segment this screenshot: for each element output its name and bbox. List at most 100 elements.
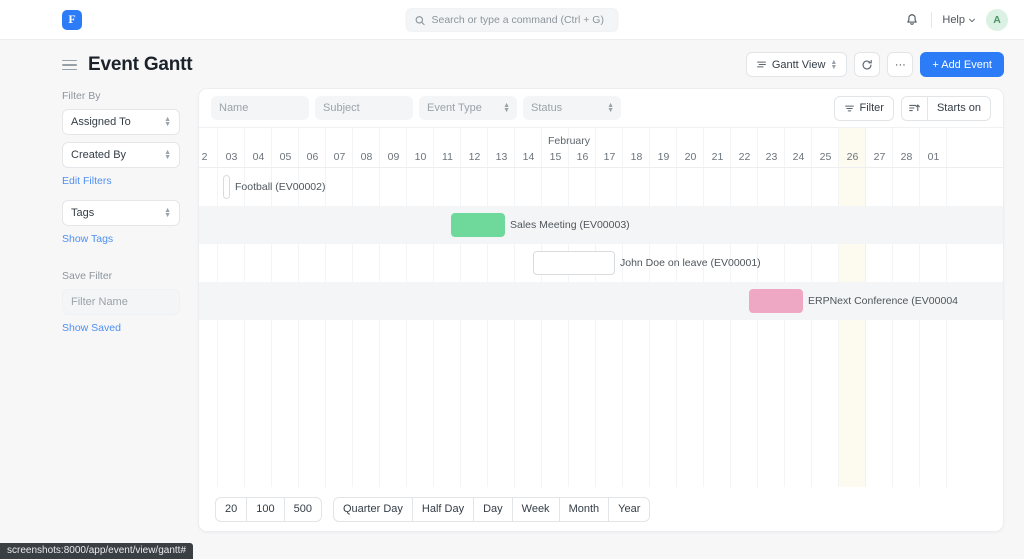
scale-quarter-day[interactable]: Quarter Day <box>333 497 412 522</box>
chevron-updown-icon: ▲▼ <box>164 208 171 218</box>
sort-direction-button[interactable] <box>901 96 927 121</box>
scale-day[interactable]: Day <box>473 497 512 522</box>
gantt-day-tick: 17 <box>596 151 623 163</box>
event-type-label: Event Type <box>427 102 482 114</box>
show-tags-link[interactable]: Show Tags <box>62 233 180 245</box>
gantt-timeline-header: 2030405060708091011121314151617181920212… <box>199 128 1003 168</box>
gantt-task-label: Football (EV00002) <box>235 181 325 193</box>
gantt-day-tick: 28 <box>893 151 920 163</box>
page-header: Event Gantt Gantt View ▲▼ ··· + Add Even… <box>0 40 1024 88</box>
more-options-button[interactable]: ··· <box>887 52 913 77</box>
add-event-button[interactable]: + Add Event <box>920 52 1004 77</box>
gantt-day-tick: 16 <box>569 151 596 163</box>
gantt-day-tick: 20 <box>677 151 704 163</box>
tags-select[interactable]: Tags ▲▼ <box>62 200 180 226</box>
header-actions: Gantt View ▲▼ ··· + Add Event <box>746 52 1004 77</box>
hamburger-icon[interactable] <box>62 60 77 71</box>
view-switcher-button[interactable]: Gantt View ▲▼ <box>746 52 848 77</box>
gantt-task-bar[interactable] <box>533 251 615 275</box>
navbar-center <box>406 0 619 40</box>
gantt-day-tick: 18 <box>623 151 650 163</box>
chevron-down-icon <box>968 16 976 24</box>
gantt-task-label: ERPNext Conference (EV00004 <box>808 295 958 307</box>
avatar[interactable]: A <box>986 9 1008 31</box>
gantt-day-tick: 03 <box>218 151 245 163</box>
edit-filters-link[interactable]: Edit Filters <box>62 175 180 187</box>
event-type-filter-select[interactable]: Event Type ▲▼ <box>419 96 517 120</box>
gantt-day-tick: 05 <box>272 151 299 163</box>
gantt-day-tick: 11 <box>434 151 461 163</box>
chevron-updown-icon: ▲▼ <box>503 103 510 113</box>
navbar-tools: Help A <box>903 0 1008 40</box>
scale-month[interactable]: Month <box>559 497 609 522</box>
gantt-day-tick: 07 <box>326 151 353 163</box>
chevron-updown-icon: ▲▼ <box>164 117 171 127</box>
page-length-group: 20100500 <box>215 497 322 522</box>
page-length-500[interactable]: 500 <box>284 497 322 522</box>
gantt-day-tick: 23 <box>758 151 785 163</box>
sort-control: Starts on <box>901 96 991 121</box>
help-menu[interactable]: Help <box>942 14 976 26</box>
page-length-20[interactable]: 20 <box>215 497 246 522</box>
gantt-day-tick: 14 <box>515 151 542 163</box>
gantt-panel: Name Subject Event Type ▲▼ Status ▲▼ Fil… <box>198 88 1004 532</box>
search-icon <box>415 15 426 26</box>
scale-half-day[interactable]: Half Day <box>412 497 473 522</box>
gantt-day-tick: 25 <box>812 151 839 163</box>
help-label: Help <box>942 14 965 26</box>
gantt-day-tick: 08 <box>353 151 380 163</box>
gantt-task-bar[interactable] <box>223 175 230 199</box>
brand-logo[interactable]: F <box>62 10 82 30</box>
global-search[interactable] <box>406 8 619 32</box>
save-filter-label: Save Filter <box>62 270 180 282</box>
page-title: Event Gantt <box>88 54 192 76</box>
view-switcher-label: Gantt View <box>772 59 826 71</box>
show-saved-link[interactable]: Show Saved <box>62 322 180 334</box>
gantt-day-tick: 15 <box>542 151 569 163</box>
gantt-day-tick: 21 <box>704 151 731 163</box>
status-label: Status <box>531 102 562 114</box>
status-bar-url: screenshots:8000/app/event/view/gantt# <box>0 543 193 559</box>
gantt-task-bar[interactable] <box>451 213 505 237</box>
gantt-rows: Football (EV00002) Sales Meeting (EV00003… <box>199 168 1003 487</box>
name-filter-input[interactable]: Name <box>211 96 309 120</box>
created-by-label: Created By <box>71 149 126 161</box>
filter-toolbar: Name Subject Event Type ▲▼ Status ▲▼ Fil… <box>199 89 1003 128</box>
page-body: Filter By Assigned To ▲▼ Created By ▲▼ E… <box>0 88 1024 532</box>
assigned-to-label: Assigned To <box>71 116 131 128</box>
gantt-day-tick: 09 <box>380 151 407 163</box>
subject-filter-input[interactable]: Subject <box>315 96 413 120</box>
chevron-updown-icon: ▲▼ <box>830 60 837 70</box>
bell-icon[interactable] <box>903 11 921 29</box>
scale-year[interactable]: Year <box>608 497 650 522</box>
top-navbar: F Help A <box>0 0 1024 40</box>
gantt-day-tick: 04 <box>245 151 272 163</box>
status-filter-select[interactable]: Status ▲▼ <box>523 96 621 120</box>
refresh-icon <box>861 59 873 71</box>
search-input[interactable] <box>432 14 610 26</box>
navbar-divider <box>931 12 932 28</box>
gantt-day-tick: 24 <box>785 151 812 163</box>
filter-sidebar: Filter By Assigned To ▲▼ Created By ▲▼ E… <box>62 88 180 532</box>
chevron-updown-icon: ▲▼ <box>164 150 171 160</box>
gantt-day-tick: 10 <box>407 151 434 163</box>
refresh-button[interactable] <box>854 52 880 77</box>
gantt-task-label: Sales Meeting (EV00003) <box>510 219 630 231</box>
assigned-to-select[interactable]: Assigned To ▲▼ <box>62 109 180 135</box>
sort-field-button[interactable]: Starts on <box>927 96 991 121</box>
created-by-select[interactable]: Created By ▲▼ <box>62 142 180 168</box>
tags-label: Tags <box>71 207 94 219</box>
filter-button[interactable]: Filter <box>834 96 894 121</box>
chevron-updown-icon: ▲▼ <box>607 103 614 113</box>
gantt-day-tick: 12 <box>461 151 488 163</box>
gantt-chart[interactable]: 2030405060708091011121314151617181920212… <box>199 128 1003 487</box>
page-length-100[interactable]: 100 <box>246 497 283 522</box>
gantt-day-tick: 19 <box>650 151 677 163</box>
sidebar-spacer <box>62 258 180 270</box>
filter-name-input[interactable]: Filter Name <box>62 289 180 315</box>
view-scale-group: Quarter DayHalf DayDayWeekMonthYear <box>333 497 650 522</box>
gantt-day-tick: 27 <box>866 151 893 163</box>
gantt-day-tick: 22 <box>731 151 758 163</box>
gantt-task-bar[interactable] <box>749 289 803 313</box>
scale-week[interactable]: Week <box>512 497 559 522</box>
